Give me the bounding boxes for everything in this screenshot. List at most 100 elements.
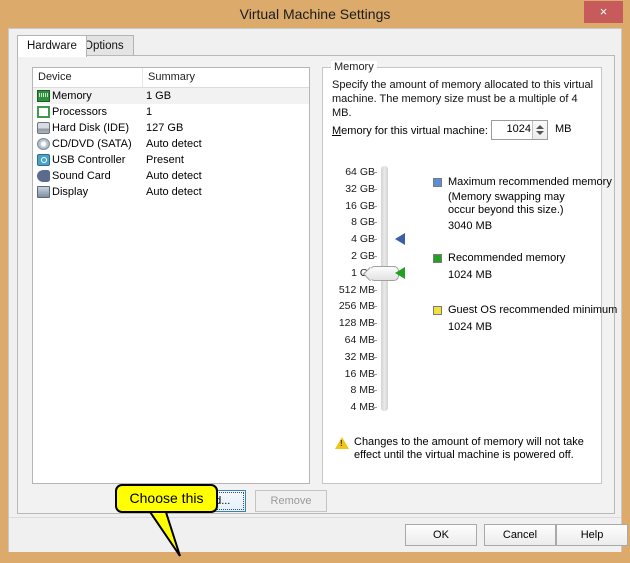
memory-unit-label: MB (555, 123, 572, 135)
slider-track[interactable] (381, 166, 388, 411)
warning-icon-glyph: ! (340, 439, 343, 448)
scale-tick (372, 188, 377, 190)
scale-tick (372, 289, 377, 291)
recommended-marker (395, 266, 405, 279)
device-row-usb-controller[interactable]: USB Controller Present (33, 152, 309, 168)
memory-input[interactable]: 1024 (491, 120, 548, 140)
cancel-button[interactable]: Cancel (484, 524, 556, 546)
device-row-display[interactable]: Display Auto detect (33, 184, 309, 200)
device-row-hard-disk[interactable]: Hard Disk (IDE) 127 GB (33, 120, 309, 136)
device-name: CD/DVD (SATA) (52, 138, 132, 150)
scale-label: 8 MB (350, 384, 375, 397)
memory-field-label: Memory for this virtual machine: (332, 125, 488, 137)
legend-swatch (433, 306, 442, 315)
scale-tick (372, 239, 377, 241)
memory-description: Specify the amount of memory allocated t… (332, 79, 594, 119)
scale-tick (372, 373, 377, 375)
device-row-memory[interactable]: Memory 1 GB (33, 88, 309, 104)
close-icon[interactable]: × (584, 1, 623, 23)
scale-label: 512 MB (338, 283, 375, 296)
device-name: Hard Disk (IDE) (52, 122, 130, 134)
device-name: Memory (52, 90, 92, 102)
device-list-header: Device Summary (33, 68, 309, 88)
memory-stepper[interactable] (532, 121, 547, 139)
device-name: Processors (52, 106, 108, 118)
scale-tick (372, 306, 377, 308)
maximum-recommended-marker (395, 233, 405, 246)
legend-title: Recommended memory (448, 252, 566, 264)
vm-settings-window: Virtual Machine Settings × Hardware Opti… (0, 0, 630, 563)
scale-tick (372, 390, 377, 392)
scale-label: 256 MB (338, 300, 375, 313)
device-summary: 127 GB (146, 122, 184, 134)
window-title: Virtual Machine Settings (239, 6, 391, 22)
device-summary: 1 GB (146, 90, 172, 102)
scale-tick (372, 323, 377, 325)
help-button[interactable]: Help (556, 524, 628, 546)
memory-input-value: 1024 (506, 123, 531, 135)
remove-button-label: Remove (270, 495, 312, 507)
stepper-up-icon[interactable] (536, 125, 544, 129)
callout-text: Choose this (129, 490, 204, 506)
device-summary: Auto detect (146, 186, 202, 198)
legend-value: 3040 MB (448, 220, 493, 232)
scale-label: 32 MB (344, 350, 375, 363)
tab-hardware[interactable]: Hardware (17, 35, 87, 57)
sound-icon (37, 170, 50, 182)
harddisk-icon (37, 122, 50, 134)
scale-label: 4 GB (351, 233, 375, 246)
device-row-processors[interactable]: Processors 1 (33, 104, 309, 120)
scale-label: 128 MB (338, 317, 375, 330)
scale-label: 2 GB (351, 250, 375, 262)
legend-note: (Memory swapping may occur beyond this s… (448, 191, 565, 216)
device-list[interactable]: Device Summary Memory 1 GB Processors 1 … (32, 67, 310, 484)
device-name: Display (52, 186, 89, 198)
ok-button[interactable]: OK (405, 524, 477, 546)
device-summary: Auto detect (146, 138, 202, 150)
dialog-client-area: Hardware Options Device Summary Memory 1… (8, 28, 628, 557)
device-row-cd-dvd[interactable]: CD/DVD (SATA) Auto detect (33, 136, 309, 152)
callout-tail (144, 506, 181, 557)
scale-tick (372, 222, 377, 224)
scale-tick (372, 256, 377, 257)
scale-label: 4 MB (350, 401, 375, 414)
remove-button[interactable]: Remove (255, 490, 327, 512)
scale-label: 8 GB (351, 216, 375, 229)
memory-icon (37, 90, 50, 102)
memory-group-box: Memory Specify the amount of memory allo… (322, 61, 617, 484)
scale-tick (372, 205, 377, 207)
device-row-sound-card[interactable]: Sound Card Auto detect (33, 168, 309, 184)
device-summary: Auto detect (146, 170, 202, 182)
device-name: Sound Card (52, 170, 111, 182)
scale-label: 16 MB (344, 367, 375, 380)
memory-group-title: Memory (331, 61, 377, 73)
tab-strip: Hardware Options (17, 35, 615, 57)
legend-swatch (433, 178, 442, 187)
legend-swatch (433, 254, 442, 263)
legend-title: Maximum recommended memory (448, 176, 612, 188)
device-summary: Present (146, 154, 184, 166)
scale-tick (372, 407, 377, 409)
scale-tick (372, 172, 377, 173)
display-icon (37, 186, 50, 198)
legend-value: 1024 MB (448, 269, 493, 281)
scale-label: 64 MB (344, 334, 375, 346)
column-header-summary: Summary (148, 71, 196, 83)
column-header-device: Device (33, 68, 143, 87)
processor-icon (37, 106, 50, 118)
memory-field-label-rest: emory for this virtual machine: (341, 125, 488, 137)
device-summary: 1 (146, 106, 153, 118)
scale-label: 32 GB (345, 182, 375, 195)
usb-icon (37, 154, 50, 166)
stepper-down-icon[interactable] (536, 131, 544, 135)
warning-icon: ! (335, 437, 349, 449)
device-name: USB Controller (52, 154, 126, 166)
title-bar: Virtual Machine Settings × (0, 0, 630, 28)
scale-label: 16 GB (345, 199, 375, 212)
dialog-footer: OK Cancel Help (9, 517, 628, 552)
cddvd-icon (37, 138, 50, 150)
scale-tick (372, 356, 377, 358)
warning-text: Changes to the amount of memory will not… (354, 436, 584, 461)
scale-label: 64 GB (345, 166, 375, 178)
callout-annotation: Choose this (115, 484, 218, 513)
